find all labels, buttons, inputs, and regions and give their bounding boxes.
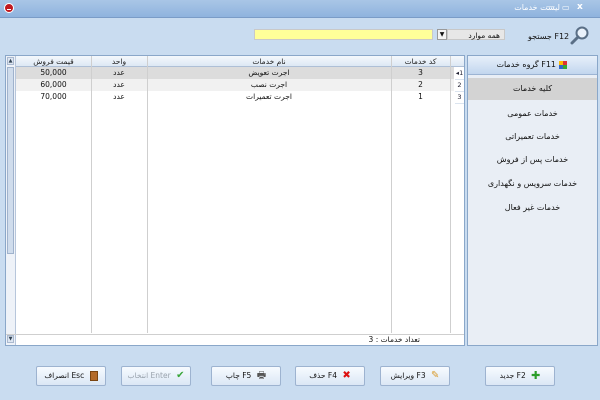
- plus-icon: ✚: [531, 369, 541, 382]
- printer-icon: 🖶: [256, 370, 267, 381]
- group-item-after-sales[interactable]: خدمات پس از فروش: [468, 149, 597, 171]
- search-bar: جستجو F12 همه موارد ▼: [0, 17, 600, 53]
- maximize-icon[interactable]: ▭: [562, 3, 570, 12]
- cell-code: 2: [418, 80, 423, 89]
- cell-unit: عدد: [113, 92, 125, 101]
- search-scope-select[interactable]: همه موارد: [447, 29, 505, 40]
- col-header-rownum: [450, 56, 464, 67]
- title-bar: x ▭ — لیست خدمات: [0, 0, 600, 18]
- service-groups-label: گروه خدمات F11: [496, 60, 556, 69]
- cancel-button[interactable]: انصراف Esc: [36, 366, 106, 386]
- group-item-maintenance[interactable]: خدمات سرویس و نگهداری: [468, 173, 597, 195]
- print-button[interactable]: چاپ F5 🖶: [211, 366, 281, 386]
- cell-unit: عدد: [113, 68, 125, 77]
- new-button[interactable]: جدید F2 ✚: [485, 366, 555, 386]
- search-input[interactable]: [254, 29, 433, 40]
- scroll-down-icon[interactable]: ▼: [7, 335, 14, 343]
- row-number: 3: [455, 91, 464, 104]
- cell-name: اجرت نصب: [250, 80, 288, 89]
- service-groups-panel: گروه خدمات F11 کلیه خدمات خدمات عمومی خد…: [467, 55, 598, 346]
- app-logo-icon: [4, 3, 14, 13]
- cell-price: 70,000: [40, 92, 67, 101]
- cell-name: اجرت تعمیرات: [246, 92, 292, 101]
- vertical-scrollbar[interactable]: ▲ ▼: [6, 56, 16, 345]
- edit-button[interactable]: ویرایش F3 ✎: [380, 366, 450, 386]
- grid-icon: [558, 60, 567, 69]
- select-button-label: انتخاب Enter: [127, 371, 171, 380]
- search-icon[interactable]: [570, 25, 590, 45]
- services-table: ▲ ▼ قیمت فروش واحد نام خدمات کد خدمات 50…: [5, 55, 465, 346]
- service-groups-header[interactable]: گروه خدمات F11: [468, 56, 597, 75]
- group-item-repair[interactable]: خدمات تعمیراتی: [468, 126, 597, 148]
- exit-door-icon: [89, 371, 98, 381]
- checkmark-icon: ✔: [176, 370, 185, 381]
- scroll-thumb[interactable]: [7, 67, 14, 254]
- cell-unit: عدد: [113, 80, 125, 89]
- select-button[interactable]: انتخاب Enter ✔: [121, 366, 191, 386]
- chevron-down-icon[interactable]: ▼: [437, 29, 447, 40]
- cell-price: 50,000: [40, 68, 67, 77]
- cell-code: 3: [418, 68, 423, 77]
- col-header-price[interactable]: قیمت فروش: [16, 56, 91, 67]
- group-item-inactive[interactable]: خدمات غیر فعال: [468, 197, 597, 219]
- services-count: تعداد خدمات : 3: [368, 335, 420, 344]
- group-item-general[interactable]: خدمات عمومی: [468, 103, 597, 125]
- delete-button-label: حذف F4: [309, 371, 338, 380]
- pencil-icon: ✎: [431, 370, 440, 381]
- col-header-name[interactable]: نام خدمات: [147, 56, 391, 67]
- edit-button-label: ویرایش F3: [390, 371, 426, 380]
- delete-button[interactable]: حذف F4 ✖: [295, 366, 365, 386]
- window-title: لیست خدمات: [514, 3, 560, 12]
- close-button[interactable]: x: [577, 2, 583, 12]
- col-header-code[interactable]: کد خدمات: [391, 56, 450, 67]
- cancel-button-label: انصراف Esc: [44, 371, 85, 380]
- cell-name: اجرت تعویض: [248, 68, 290, 77]
- scroll-up-icon[interactable]: ▲: [7, 57, 14, 65]
- cell-price: 60,000: [40, 80, 67, 89]
- search-label: جستجو F12: [528, 32, 570, 41]
- print-button-label: چاپ F5: [225, 371, 252, 380]
- action-bar: جدید F2 ✚ ویرایش F3 ✎ حذف F4 ✖ چاپ F5 🖶 …: [0, 356, 600, 400]
- delete-x-icon: ✖: [342, 370, 351, 381]
- new-button-label: جدید F2: [499, 371, 526, 380]
- group-item-all[interactable]: کلیه خدمات: [468, 78, 597, 100]
- col-header-unit[interactable]: واحد: [91, 56, 147, 67]
- cell-code: 1: [418, 92, 423, 101]
